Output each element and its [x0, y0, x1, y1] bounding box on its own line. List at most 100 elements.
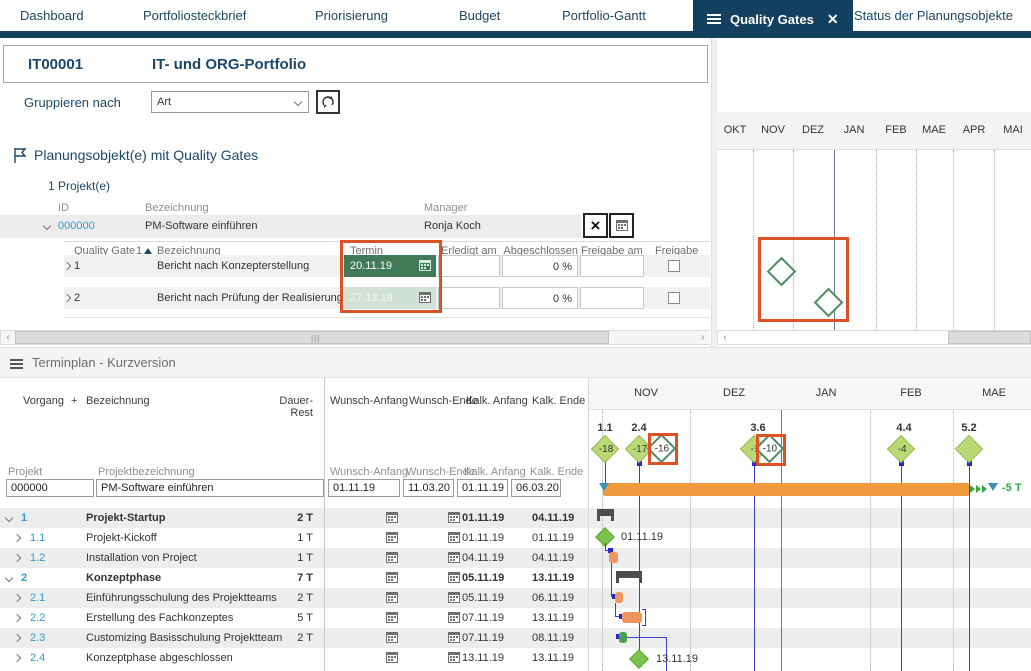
task-row-2-1[interactable]: 2.1 Einführungsschulung des Projektteams…: [0, 588, 588, 608]
calendar-icon[interactable]: [386, 552, 398, 563]
expand-icon[interactable]: [63, 294, 71, 302]
col-header-kalk-anfang[interactable]: Kalk. Anfang: [466, 395, 528, 407]
scroll-right-icon[interactable]: ›: [696, 331, 710, 344]
month-label: NOV: [634, 387, 658, 399]
gate-freigabe-checkbox[interactable]: [668, 292, 680, 304]
task-row-1-1[interactable]: 1.1 Projekt-Kickoff 1 T 01.11.19 01.11.1…: [0, 528, 588, 548]
gate-abgeschlossen-value: 0 %: [553, 293, 572, 305]
delete-button[interactable]: ×: [583, 213, 608, 238]
gate-freigabe-am-cell[interactable]: [580, 255, 644, 277]
task-bar-installation[interactable]: [609, 552, 618, 563]
project-name-field[interactable]: PM-Software einführen: [96, 479, 324, 497]
column-divider[interactable]: [324, 378, 325, 671]
calendar-icon[interactable]: [448, 512, 460, 523]
project-id-field[interactable]: 000000: [6, 479, 94, 497]
menu-icon[interactable]: [10, 357, 23, 371]
col-header-dauer-rest[interactable]: Dauer-Rest: [260, 395, 313, 419]
expand-icon[interactable]: [13, 554, 21, 562]
gate-erledigt-cell[interactable]: [438, 287, 500, 309]
milestone-diamond[interactable]: -18: [591, 435, 619, 463]
calendar-icon[interactable]: [448, 652, 460, 663]
delay-arrow-icon: [982, 485, 987, 493]
task-row-1[interactable]: 1 Projekt-Startup 2 T 01.11.19 04.11.19: [0, 508, 588, 528]
calendar-icon[interactable]: [386, 632, 398, 643]
horizontal-scrollbar[interactable]: ‹: [717, 330, 1031, 345]
connector-line: [642, 625, 646, 626]
expand-icon[interactable]: [13, 614, 21, 622]
task-number: 1: [21, 512, 27, 524]
calendar-icon: [616, 220, 628, 231]
month-gridline: [916, 150, 917, 330]
collapse-icon[interactable]: [5, 514, 13, 522]
col-header-kalk-ende[interactable]: Kalk. Ende: [532, 395, 585, 407]
gate-freigabe-checkbox[interactable]: [668, 260, 680, 272]
calendar-icon[interactable]: [448, 552, 460, 563]
calendar-icon[interactable]: [448, 592, 460, 603]
scroll-left-icon[interactable]: ‹: [718, 331, 732, 344]
task-bar-fachkonzept[interactable]: [622, 612, 642, 623]
milestone-diamond[interactable]: -4: [887, 435, 915, 463]
calendar-icon[interactable]: [386, 512, 398, 523]
col-header-vorgang[interactable]: Vorgang: [23, 395, 64, 407]
wunsch-ende-field[interactable]: 11.03.20: [403, 479, 454, 497]
task-row-2-4[interactable]: 2.4 Konzeptphase abgeschlossen 13.11.19 …: [0, 648, 588, 668]
terminplan-section-bar[interactable]: Terminplan - Kurzversion: [0, 347, 1031, 378]
scroll-left-icon[interactable]: ‹: [1, 331, 15, 344]
expand-icon[interactable]: [13, 654, 21, 662]
project-row[interactable]: 000000 PM-Software einführen Ronja Koch: [0, 215, 581, 238]
calendar-icon[interactable]: [448, 572, 460, 583]
task-kalk-ende: 13.11.19: [532, 652, 574, 664]
calendar-icon[interactable]: [386, 652, 398, 663]
tab-portfolio-gantt[interactable]: Portfolio-Gantt: [562, 0, 646, 31]
task-row-2-3[interactable]: 2.3 Customizing Basisschulung Projekttea…: [0, 628, 588, 648]
group-by-select[interactable]: Art: [151, 91, 309, 113]
kalk-ende-field[interactable]: 06.03.20: [511, 479, 561, 497]
tab-dashboard[interactable]: Dashboard: [20, 0, 84, 31]
refresh-button[interactable]: [316, 90, 340, 114]
scrollbar-thumb[interactable]: [948, 331, 1031, 344]
task-row-2-2[interactable]: 2.2 Erstellung des Fachkonzeptes 5 T 07.…: [0, 608, 588, 628]
col-header-wunsch-anfang[interactable]: Wunsch-Anfang: [330, 395, 408, 407]
gate-abgeschlossen-cell[interactable]: 0 %: [502, 287, 578, 309]
project-id[interactable]: 000000: [58, 220, 95, 232]
expand-icon[interactable]: [13, 534, 21, 542]
milestone-diamond[interactable]: [955, 435, 983, 463]
calendar-icon[interactable]: [386, 572, 398, 583]
calendar-icon[interactable]: [386, 592, 398, 603]
scrollbar-thumb[interactable]: |||: [15, 331, 609, 344]
kalk-anfang-field[interactable]: 01.11.19: [457, 479, 508, 497]
expand-icon[interactable]: [13, 634, 21, 642]
close-tab-icon[interactable]: ✕: [827, 4, 839, 35]
horizontal-scrollbar[interactable]: ‹ ||| ›: [0, 330, 710, 345]
gate-abgeschlossen-cell[interactable]: 0 %: [502, 255, 578, 277]
calendar-icon[interactable]: [448, 532, 460, 543]
expand-icon[interactable]: [13, 594, 21, 602]
delay-arrow-icon: [976, 485, 981, 493]
task-bar-customizing[interactable]: [619, 632, 627, 643]
project-bar[interactable]: [603, 483, 969, 496]
add-task-icon[interactable]: +: [71, 395, 77, 407]
menu-icon[interactable]: [707, 12, 721, 26]
expand-icon[interactable]: [63, 262, 71, 270]
task-milestone-konzeptphase[interactable]: [629, 649, 649, 669]
calendar-icon[interactable]: [386, 532, 398, 543]
tab-portfoliosteckbrief[interactable]: Portfoliosteckbrief: [143, 0, 246, 31]
collapse-icon[interactable]: [5, 574, 13, 582]
col-header-bezeichnung[interactable]: Bezeichnung: [86, 395, 150, 407]
task-row-2[interactable]: 2 Konzeptphase 7 T 05.11.19 13.11.19: [0, 568, 588, 588]
calendar-icon[interactable]: [448, 632, 460, 643]
tab-status-planungsobjekte[interactable]: Status der Planungsobjekte: [854, 0, 1013, 31]
gate-freigabe-am-cell[interactable]: [580, 287, 644, 309]
task-row-1-2[interactable]: 1.2 Installation von Project 1 T 04.11.1…: [0, 548, 588, 568]
gate-erledigt-cell[interactable]: [438, 255, 500, 277]
calendar-icon[interactable]: [386, 612, 398, 623]
summary-bar-konzeptphase[interactable]: [616, 571, 642, 578]
tab-budget[interactable]: Budget: [459, 0, 500, 31]
tab-priorisierung[interactable]: Priorisierung: [315, 0, 388, 31]
wunsch-anfang-field[interactable]: 01.11.19: [328, 479, 400, 497]
calendar-icon[interactable]: [448, 612, 460, 623]
summary-bar-startup[interactable]: [597, 509, 614, 516]
collapse-icon[interactable]: [43, 222, 51, 230]
task-bar-einfuehrungsschulung[interactable]: [615, 592, 623, 603]
calendar-button[interactable]: [609, 213, 634, 238]
